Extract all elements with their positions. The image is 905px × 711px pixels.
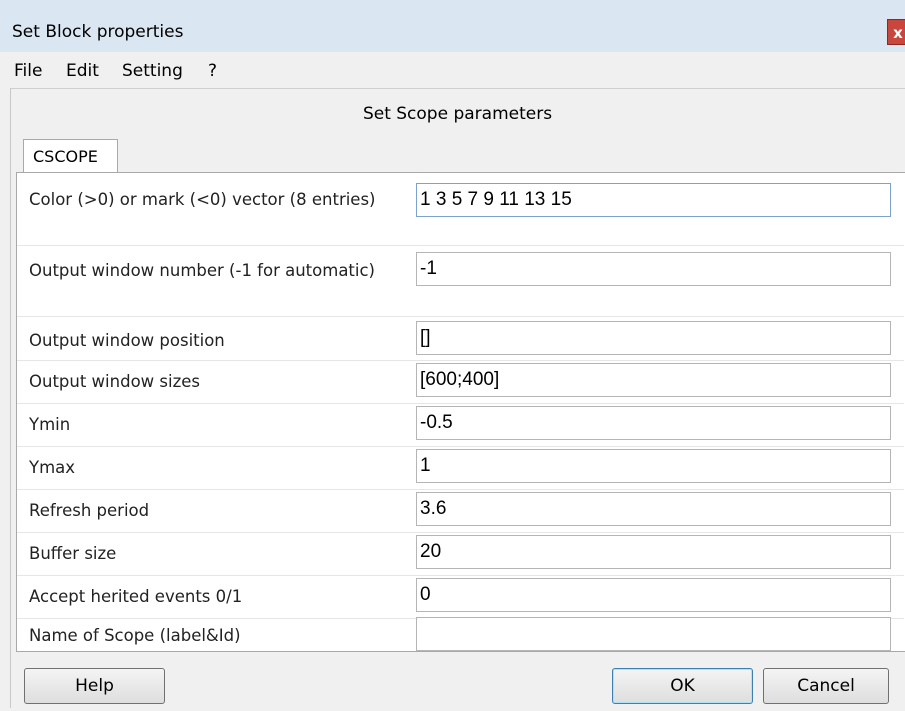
field-row: Buffer size 20 xyxy=(17,533,905,575)
field-row: Refresh period 3.6 xyxy=(17,490,905,532)
menu-help[interactable]: ? xyxy=(208,61,217,81)
field-label-ymax: Ymax xyxy=(29,458,76,477)
panel-border xyxy=(10,88,11,708)
field-row: Ymin -0.5 xyxy=(17,404,905,446)
field-label-ymin: Ymin xyxy=(29,415,71,434)
window-sizes-input[interactable]: [600;400] xyxy=(416,363,891,397)
window-title: Set Block properties xyxy=(12,22,184,42)
window-number-input[interactable]: -1 xyxy=(416,252,891,286)
menu-bar: File Edit Setting ? xyxy=(10,56,905,89)
field-label-scope-name: Name of Scope (label&Id) xyxy=(29,626,241,645)
ymax-input[interactable]: 1 xyxy=(416,449,891,483)
menu-edit[interactable]: Edit xyxy=(66,61,99,81)
ok-button[interactable]: OK xyxy=(612,668,753,704)
field-label-herited-events: Accept herited events 0/1 xyxy=(29,587,243,606)
ymin-input[interactable]: -0.5 xyxy=(416,406,891,440)
field-label-window-number: Output window number (-1 for automatic) xyxy=(29,261,375,280)
field-row: Color (>0) or mark (<0) vector (8 entrie… xyxy=(17,173,905,245)
field-row: Name of Scope (label&Id) xyxy=(17,617,905,653)
field-label-window-sizes: Output window sizes xyxy=(29,372,200,391)
field-row: Accept herited events 0/1 0 xyxy=(17,576,905,618)
cancel-button[interactable]: Cancel xyxy=(763,668,889,704)
dialog-heading: Set Scope parameters xyxy=(362,104,553,124)
title-bar: Set Block properties x xyxy=(0,0,905,52)
scope-name-input[interactable] xyxy=(416,617,891,651)
color-vector-input[interactable]: 1 3 5 7 9 11 13 15 xyxy=(416,183,891,217)
tab-cscope[interactable]: CSCOPE xyxy=(23,139,118,173)
field-row: Output window position [] xyxy=(17,317,905,359)
parameters-form: Color (>0) or mark (<0) vector (8 entrie… xyxy=(16,172,905,652)
field-row: Output window number (-1 for automatic) … xyxy=(17,246,905,316)
field-label-color-vector: Color (>0) or mark (<0) vector (8 entrie… xyxy=(29,190,376,209)
menu-setting[interactable]: Setting xyxy=(122,61,183,81)
window-position-input[interactable]: [] xyxy=(416,321,891,355)
herited-events-input[interactable]: 0 xyxy=(416,578,891,612)
field-row: Ymax 1 xyxy=(17,447,905,489)
menu-file[interactable]: File xyxy=(14,61,42,81)
help-button[interactable]: Help xyxy=(24,668,165,704)
field-label-refresh-period: Refresh period xyxy=(29,501,150,520)
close-icon[interactable]: x xyxy=(887,19,905,45)
field-label-buffer-size: Buffer size xyxy=(29,544,117,563)
refresh-period-input[interactable]: 3.6 xyxy=(416,492,891,526)
field-row: Output window sizes [600;400] xyxy=(17,361,905,403)
field-label-window-position: Output window position xyxy=(29,331,225,350)
buffer-size-input[interactable]: 20 xyxy=(416,535,891,569)
